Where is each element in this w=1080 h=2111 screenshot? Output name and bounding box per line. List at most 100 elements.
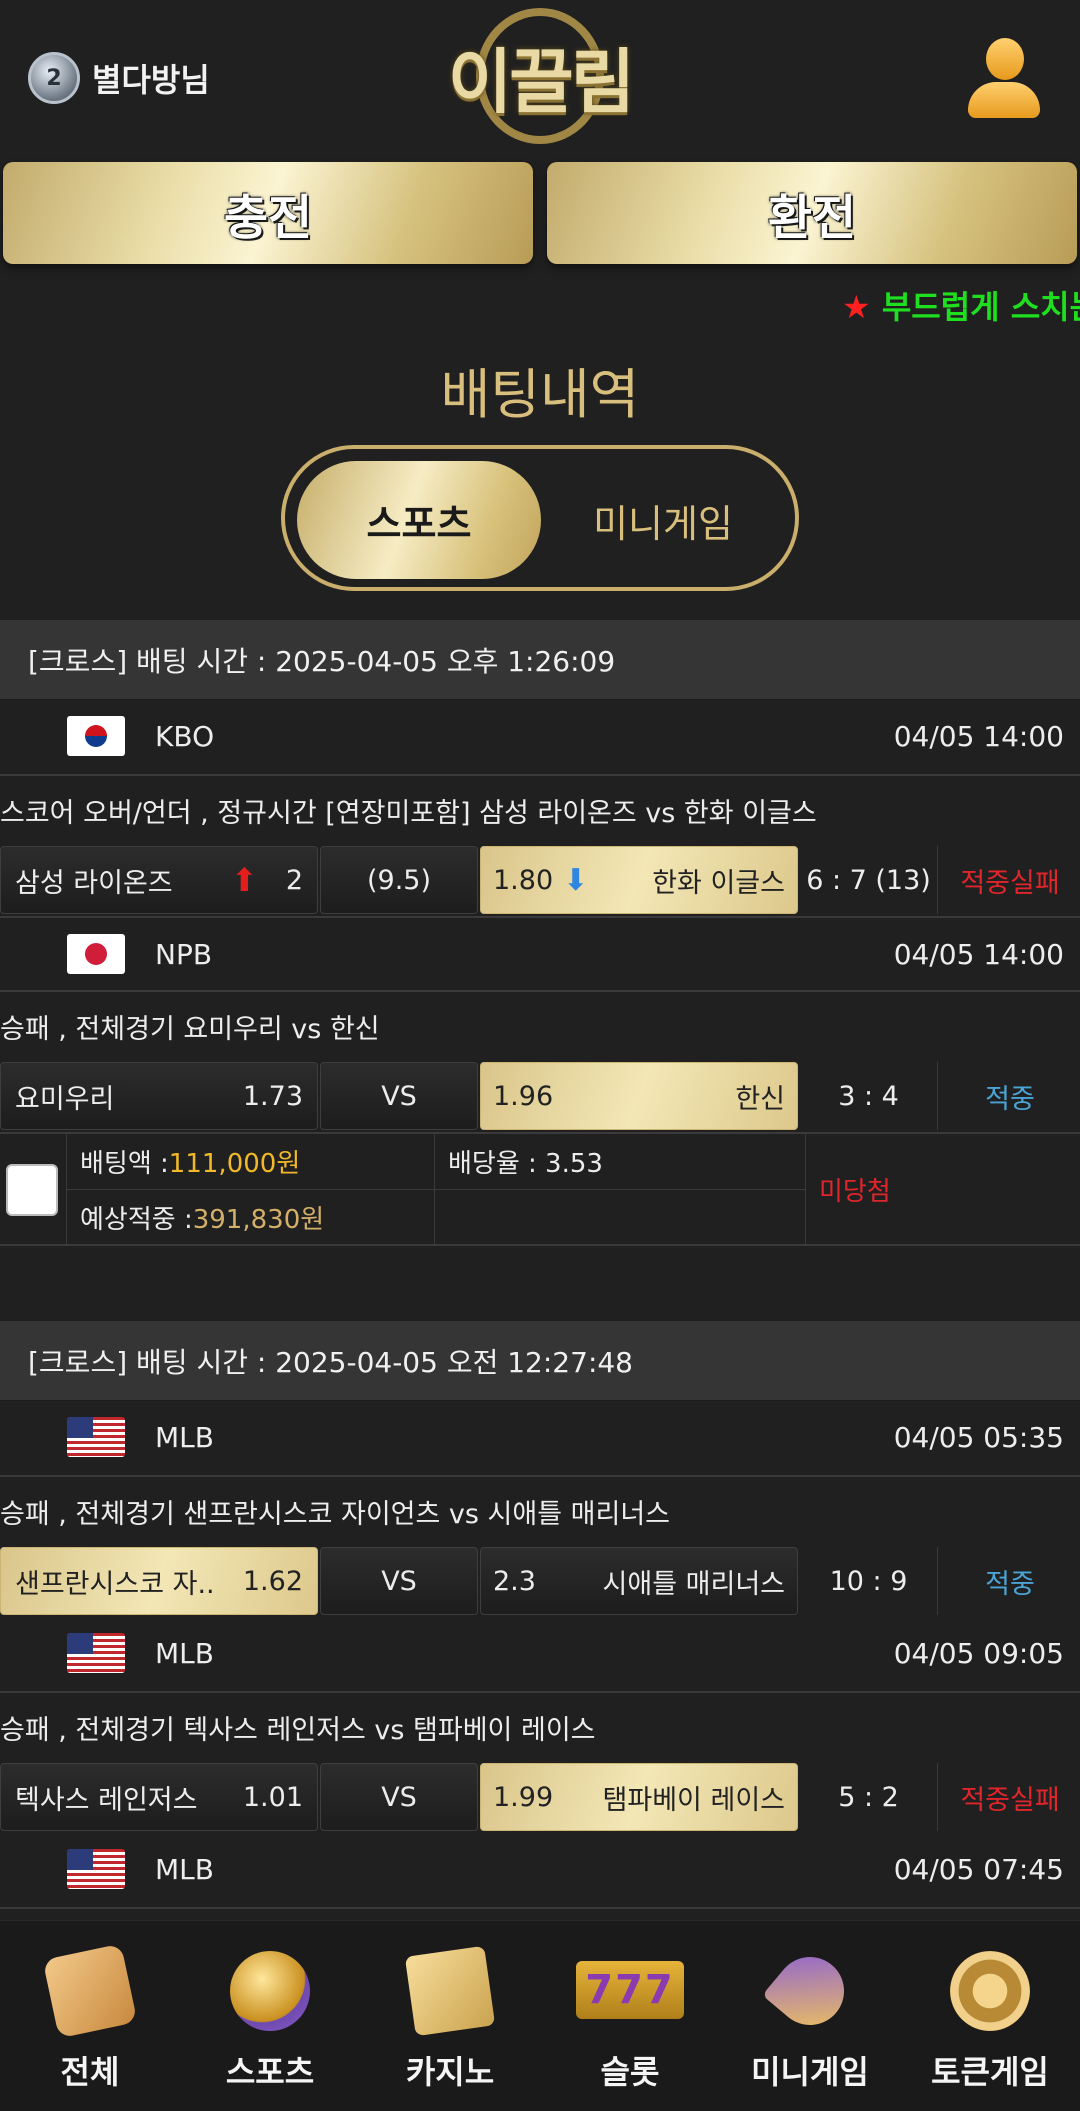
result-badge: 적중실패 xyxy=(960,867,1060,899)
league-row: NPB 04/05 14:00 xyxy=(0,916,1080,992)
game-time: 04/05 05:35 xyxy=(893,1421,1064,1454)
nav-item-all[interactable]: 전체 xyxy=(0,1939,180,2099)
vs-cell: VS xyxy=(320,1062,478,1130)
away-team: 한신 xyxy=(735,1083,785,1115)
expected-win: 예상적중 : 391,830원 xyxy=(66,1190,434,1245)
japan-flag-icon xyxy=(67,934,125,974)
expected-value: 391,830원 xyxy=(192,1205,325,1235)
away-pick[interactable]: 2.3 시애틀 매리너스 xyxy=(480,1547,798,1615)
home-pick[interactable]: 삼성 라이온즈 ⬆ 2 xyxy=(0,846,318,914)
logo-text: 이끌림 xyxy=(447,40,635,123)
select-checkbox[interactable] xyxy=(6,1164,58,1216)
marquee-text: 부드럽게 스치는 xyxy=(881,288,1080,326)
usa-flag-icon xyxy=(67,1633,125,1673)
bet-amount-label: 배팅액 : xyxy=(80,1149,169,1179)
bet-group-header: [크로스] 배팅 시간 : 2025-04-05 오후 1:26:09 xyxy=(0,620,1080,700)
game-time: 04/05 07:45 xyxy=(893,1853,1064,1886)
result-badge: 적중실패 xyxy=(960,1784,1060,1816)
nav-item-sports[interactable]: 스포츠 xyxy=(180,1939,360,2099)
korea-flag-icon xyxy=(67,716,125,756)
app-header: 2 별다방님 이끌림 xyxy=(0,0,1080,158)
game-score: 6 : 7 (13) xyxy=(800,846,938,914)
tab-minigame[interactable]: 미니게임 xyxy=(541,461,785,579)
tab-sports[interactable]: 스포츠 xyxy=(297,461,541,579)
vs-cell: VS xyxy=(320,1547,478,1615)
page-title: 배팅내역 xyxy=(440,363,640,426)
bet-summary: 배팅액 : 111,000원 배당율 : 3.53 예상적중 : 391,830… xyxy=(0,1132,1080,1246)
away-odds: 1.96 xyxy=(493,1080,554,1112)
bet-amount-value: 111,000원 xyxy=(168,1149,301,1179)
bet-status: 미당첨 xyxy=(819,1176,891,1207)
home-team: 요미우리 xyxy=(15,1083,115,1115)
home-odds: 1.73 xyxy=(242,1080,303,1112)
league-row: MLB 04/05 09:05 xyxy=(0,1617,1080,1693)
bottom-nav: 전체 스포츠 카지노 777 슬롯 미니게임 토큰게임 xyxy=(0,1920,1080,2111)
arrow-up-icon: ⬆ xyxy=(231,861,258,899)
site-logo[interactable]: 이끌림 xyxy=(440,6,640,146)
market-text: 스코어 오버/언더 , 정규시간 [연장미포함] 삼성 라이온즈 vs 한화 이… xyxy=(0,776,1080,844)
home-odds: 1.62 xyxy=(242,1565,303,1597)
league-name: NPB xyxy=(155,938,213,971)
market-text: 승패 , 전체경기 텍사스 레인저스 vs 탬파베이 레이스 xyxy=(0,1693,1080,1761)
league-row: MLB 04/05 07:45 xyxy=(0,1833,1080,1909)
game-score: 3 : 4 xyxy=(800,1062,938,1130)
game-time: 04/05 14:00 xyxy=(893,720,1064,753)
game-score: 10 : 9 xyxy=(800,1547,938,1615)
nav-item-minigame[interactable]: 미니게임 xyxy=(720,1939,900,2099)
league-row: MLB 04/05 05:35 xyxy=(0,1401,1080,1477)
deposit-button[interactable]: 충전 xyxy=(3,162,533,264)
away-team: 한화 이글스 xyxy=(652,867,785,899)
bet-amount: 배팅액 : 111,000원 xyxy=(66,1134,434,1189)
handicap-cell: (9.5) xyxy=(320,846,478,914)
nav-item-slot[interactable]: 777 슬롯 xyxy=(540,1939,720,2099)
league-row: KBO 04/05 14:00 xyxy=(0,700,1080,776)
league-name: KBO xyxy=(155,720,215,753)
market-text: 승패 , 전체경기 요미우리 vs 한신 xyxy=(0,992,1080,1060)
nav-label: 스포츠 xyxy=(225,2053,315,2091)
home-team: 삼성 라이온즈 xyxy=(15,867,173,899)
soccer-ball-icon xyxy=(230,1951,310,2031)
action-buttons: 충전 환전 xyxy=(0,162,1080,266)
home-team: 텍사스 레인저스 xyxy=(15,1784,198,1816)
nav-label: 슬롯 xyxy=(600,2053,660,2091)
user-info[interactable]: 2 별다방님 xyxy=(28,52,210,104)
away-pick[interactable]: 1.96 한신 xyxy=(480,1062,798,1130)
home-pick[interactable]: 샌프란시스코 자.. 1.62 xyxy=(0,1547,318,1615)
league-name: MLB xyxy=(155,1853,214,1886)
cards-icon xyxy=(404,1945,496,2037)
dice-icon xyxy=(42,1943,138,2039)
user-name: 별다방님 xyxy=(92,61,210,99)
nav-label: 토큰게임 xyxy=(931,2053,1049,2091)
nav-item-casino[interactable]: 카지노 xyxy=(360,1939,540,2099)
game-time: 04/05 14:00 xyxy=(893,938,1064,971)
away-pick[interactable]: 1.80 ⬇ 한화 이글스 xyxy=(480,846,798,914)
nav-item-token[interactable]: 토큰게임 xyxy=(900,1939,1080,2099)
league-name: MLB xyxy=(155,1421,214,1454)
withdraw-button[interactable]: 환전 xyxy=(547,162,1077,264)
pick-row: 샌프란시스코 자.. 1.62 VS 2.3 시애틀 매리너스 10 : 9 적… xyxy=(0,1545,1080,1617)
away-odds: 1.80 xyxy=(493,864,554,896)
home-odds: 1.01 xyxy=(242,1781,303,1813)
result-badge: 적중 xyxy=(985,1568,1035,1600)
arrow-down-icon: ⬇ xyxy=(563,862,589,898)
bet-group: [크로스] 배팅 시간 : 2025-04-05 오후 1:26:09 KBO … xyxy=(0,620,1080,1246)
market-text: 승패 , 전체경기 샌프란시스코 자이언츠 vs 시애틀 매리너스 xyxy=(0,1477,1080,1545)
category-toggle: 스포츠 미니게임 xyxy=(281,445,799,591)
profile-icon[interactable] xyxy=(966,38,1042,122)
away-team: 시애틀 매리너스 xyxy=(602,1568,785,1600)
away-odds: 1.99 xyxy=(493,1781,554,1813)
bet-group-header: [크로스] 배팅 시간 : 2025-04-05 오전 12:27:48 xyxy=(0,1321,1080,1401)
notice-marquee: ★ 부드럽게 스치는 xyxy=(842,282,1080,328)
vs-cell: VS xyxy=(320,1763,478,1831)
slot-777-icon: 777 xyxy=(576,1961,684,2019)
home-pick[interactable]: 텍사스 레인저스 1.01 xyxy=(0,1763,318,1831)
result-badge: 적중 xyxy=(985,1083,1035,1115)
away-pick[interactable]: 1.99 탬파베이 레이스 xyxy=(480,1763,798,1831)
game-score: 5 : 2 xyxy=(800,1763,938,1831)
home-pick[interactable]: 요미우리 1.73 xyxy=(0,1062,318,1130)
nav-label: 전체 xyxy=(60,2053,120,2091)
nav-label: 미니게임 xyxy=(751,2053,869,2091)
away-team: 탬파베이 레이스 xyxy=(602,1784,785,1816)
bet-group: [크로스] 배팅 시간 : 2025-04-05 오전 12:27:48 MLB… xyxy=(0,1321,1080,1909)
star-icon: ★ xyxy=(842,288,871,326)
